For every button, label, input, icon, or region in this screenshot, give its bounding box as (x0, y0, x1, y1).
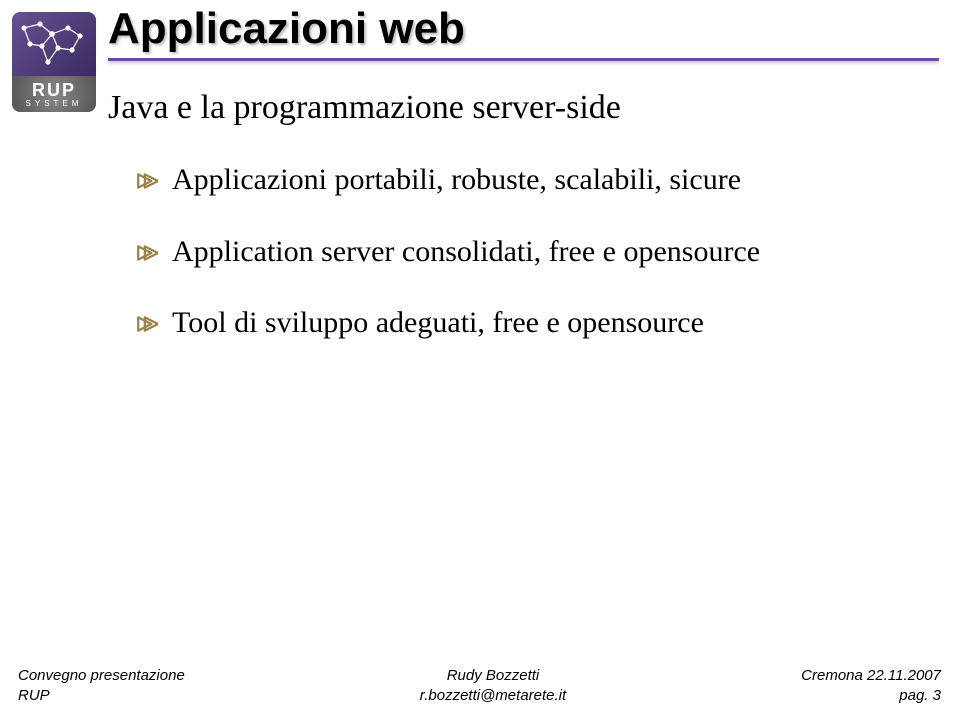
slide-body: Java e la programmazione server-side App… (108, 89, 919, 376)
footer-event-name: Convegno presentazione (18, 666, 185, 686)
logo-subbrand-text: SYSTEM (26, 100, 83, 108)
bullet-list: Applicazioni portabili, robuste, scalabi… (108, 161, 919, 342)
footer-location-date: Cremona 22.11.2007 (801, 666, 941, 686)
footer-email: r.bozzetti@metarete.it (420, 686, 566, 706)
bullet-marker-icon (136, 170, 158, 192)
footer-right: Cremona 22.11.2007 pag. 3 (801, 666, 941, 705)
slide-title: Applicazioni web (108, 4, 939, 58)
list-item: Applicazioni portabili, robuste, scalabi… (108, 161, 919, 199)
title-underline (108, 58, 939, 61)
footer-center: Rudy Bozzetti r.bozzetti@metarete.it (420, 666, 566, 705)
slide-header: Applicazioni web (108, 0, 959, 61)
list-item-text: Tool di sviluppo adeguati, free e openso… (172, 304, 704, 342)
footer-left: Convegno presentazione RUP (18, 666, 185, 705)
bullet-marker-icon (136, 313, 158, 335)
slide-footer: Convegno presentazione RUP Rudy Bozzetti… (18, 666, 941, 705)
list-item: Application server consolidati, free e o… (108, 233, 919, 271)
constellation-icon (18, 18, 90, 70)
bullet-marker-icon (136, 242, 158, 264)
list-item-text: Application server consolidati, free e o… (172, 233, 760, 271)
logo: RUP SYSTEM (12, 12, 96, 112)
list-item: Tool di sviluppo adeguati, free e openso… (108, 304, 919, 342)
footer-event-short: RUP (18, 686, 185, 706)
list-item-text: Applicazioni portabili, robuste, scalabi… (172, 161, 741, 199)
logo-constellation-panel (12, 12, 96, 76)
logo-brand-panel: RUP SYSTEM (12, 76, 96, 112)
footer-page-number: pag. 3 (801, 686, 941, 706)
logo-brand-text: RUP (32, 81, 76, 99)
footer-author: Rudy Bozzetti (420, 666, 566, 686)
slide: RUP SYSTEM Applicazioni web Java e la pr… (0, 0, 959, 719)
slide-subtitle: Java e la programmazione server-side (108, 89, 919, 127)
